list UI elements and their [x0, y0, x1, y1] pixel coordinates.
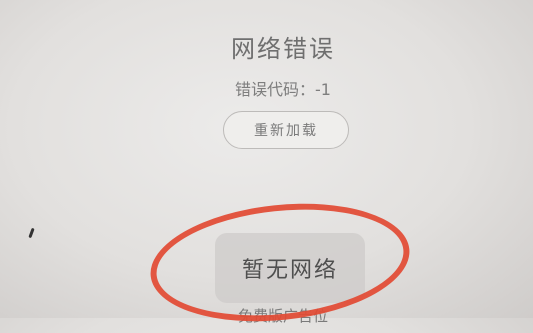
error-code: 错误代码：-1	[235, 80, 331, 99]
error-title: 网络错误	[231, 35, 335, 63]
error-screen: 网络错误 错误代码：-1 重新加载 暂无网络 免费版广告位	[0, 0, 533, 333]
reload-button[interactable]: 重新加载	[223, 111, 349, 149]
screen-speck	[28, 227, 35, 239]
